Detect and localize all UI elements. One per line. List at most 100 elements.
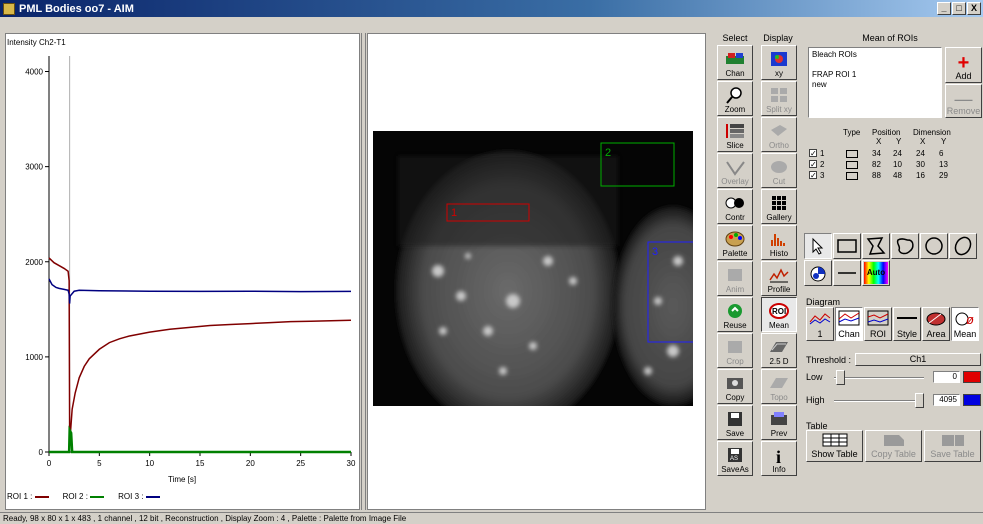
rectangle-tool[interactable] [833, 233, 861, 259]
display-ortho-button[interactable]: Ortho [761, 117, 797, 152]
display-gallery-button[interactable]: Gallery [761, 189, 797, 224]
add-roi-button[interactable]: + Add [945, 47, 982, 83]
diagram-roi-button[interactable]: ROI [864, 307, 892, 341]
display-button-label: xy [775, 69, 783, 78]
ellipse-icon [954, 236, 972, 256]
pane-splitter[interactable] [361, 33, 366, 510]
fill-tool[interactable] [804, 260, 832, 286]
display-cut-button[interactable]: Cut [761, 153, 797, 188]
low-value-field[interactable]: 0 [933, 371, 960, 383]
select-button-label: Anim [725, 285, 745, 294]
save-icon [728, 412, 742, 426]
minimize-button[interactable]: _ [937, 2, 951, 15]
display-split-xy-button[interactable]: Split xy [761, 81, 797, 116]
diagram-mean-button[interactable]: ø Mean [951, 307, 979, 341]
show-table-button[interactable]: Show Table [806, 430, 863, 462]
show-table-label: Show Table [811, 449, 858, 459]
roi-dim-x: 16 [916, 171, 925, 180]
select-chan-button[interactable]: Chan [717, 45, 753, 80]
display-button-label: Info [772, 465, 786, 474]
gallery-icon [772, 196, 786, 210]
select-anim-button[interactable]: Anim [717, 261, 753, 296]
display-button-label: Mean [768, 321, 789, 330]
select-saveas-button[interactable]: AS SaveAs [717, 441, 753, 476]
diagram-chan-button[interactable]: Chan [835, 307, 863, 341]
roi-checkbox[interactable]: ✓ [809, 160, 817, 169]
select-button-label: Contr [725, 213, 745, 222]
ellipse-tool[interactable] [949, 233, 977, 259]
roi-list-item[interactable]: FRAP ROI 1 [812, 70, 938, 80]
save-table-button[interactable]: Save Table [924, 430, 981, 462]
split-xy-icon [771, 88, 787, 102]
y-tick-label: 4000 [25, 68, 43, 77]
pointer-tool[interactable] [804, 233, 832, 259]
roi-id: 3 [820, 171, 825, 180]
anim-icon [728, 269, 742, 281]
area-icon [926, 312, 946, 326]
svg-text:ROI: ROI [772, 307, 786, 316]
diagram-1-label: 1 [817, 329, 823, 339]
select-copy-button[interactable]: Copy [717, 369, 753, 404]
roi-checkbox[interactable]: ✓ [809, 171, 817, 180]
diagram-area-button[interactable]: Area [922, 307, 950, 341]
threshold-channel-select[interactable]: Ch1 [855, 353, 981, 366]
microscopy-image[interactable]: 1 2 3 [373, 131, 693, 406]
freehand-tool[interactable] [891, 233, 919, 259]
select-slice-button[interactable]: Slice [717, 117, 753, 152]
roi-list-item[interactable]: new [812, 80, 938, 90]
diagram-chan-label: Chan [838, 329, 860, 339]
auto-tool[interactable]: Auto [862, 260, 890, 286]
y-tick-label: 0 [39, 448, 44, 457]
select-contr-button[interactable]: Contr [717, 189, 753, 224]
display-mean-button[interactable]: ROI Mean [761, 297, 797, 332]
select-reuse-button[interactable]: Reuse [717, 297, 753, 332]
diagram-1-button[interactable]: 1 [806, 307, 834, 341]
diagram-area-label: Area [926, 329, 946, 339]
roi-table: Type Position Dimension X Y X Y ✓ 1 34 24 24… [808, 128, 978, 181]
roi-list-item[interactable] [812, 60, 938, 70]
polygon-tool[interactable] [862, 233, 890, 259]
remove-roi-button[interactable]: — Remove [945, 84, 982, 118]
close-button[interactable]: X [967, 2, 981, 15]
roi-list[interactable]: Bleach ROIs FRAP ROI 1 new [808, 47, 942, 118]
x-tick-label: 10 [145, 459, 154, 468]
roi-list-item[interactable]: Bleach ROIs [812, 50, 938, 60]
maximize-button[interactable]: □ [952, 2, 966, 15]
display-prev-button[interactable]: Prev [761, 405, 797, 440]
low-slider-thumb[interactable] [836, 370, 845, 385]
roi-id: 1 [820, 149, 825, 158]
display-2-5-d-button[interactable]: 2.5 D [761, 333, 797, 368]
roi-dim-x: 24 [916, 149, 925, 158]
select-button-label: Copy [725, 393, 745, 402]
select-save-button[interactable]: Save [717, 405, 753, 440]
display-info-button[interactable]: i Info [761, 441, 797, 476]
select-button-label: Overlay [721, 177, 749, 186]
auto-icon: Auto [864, 262, 888, 284]
copy-table-button[interactable]: Copy Table [865, 430, 922, 462]
diagram-style-button[interactable]: Style [893, 307, 921, 341]
select-button-label: SaveAs [721, 465, 749, 474]
select-overlay-button[interactable]: Overlay [717, 153, 753, 188]
high-color-swatch[interactable] [963, 394, 981, 406]
roi-checkbox[interactable]: ✓ [809, 149, 817, 158]
select-palette-button[interactable]: Palette [717, 225, 753, 260]
display-button-label: Profile [767, 285, 791, 294]
series-roi-1 [48, 257, 352, 437]
threshold-label: Threshold : [806, 354, 852, 365]
display-topo-button[interactable]: Topo [761, 369, 797, 404]
legend-roi1: ROI 1 : [7, 492, 49, 501]
high-slider-thumb[interactable] [915, 393, 924, 408]
select-zoom-button[interactable]: Zoom [717, 81, 753, 116]
display-profile-button[interactable]: Profile [761, 261, 797, 296]
low-slider-track[interactable] [834, 377, 924, 379]
crop-icon [728, 341, 742, 353]
display-xy-button[interactable]: xy [761, 45, 797, 80]
low-color-swatch[interactable] [963, 371, 981, 383]
high-slider-track[interactable] [834, 400, 924, 402]
select-crop-button[interactable]: Crop [717, 333, 753, 368]
circle-tool[interactable] [920, 233, 948, 259]
display-histo-button[interactable]: Histo [761, 225, 797, 260]
line-tool[interactable] [833, 260, 861, 286]
high-value-field[interactable]: 4095 [933, 394, 960, 406]
mean-icon: ROI [769, 303, 789, 319]
